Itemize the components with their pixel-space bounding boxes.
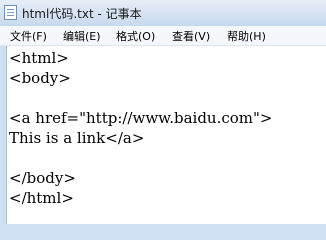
editor-line: <html> bbox=[9, 49, 69, 67]
menu-help[interactable]: 帮助(H) bbox=[227, 28, 266, 44]
editor-line: </body> bbox=[9, 169, 76, 187]
menu-bar: 文件(F) 编辑(E) 格式(O) 查看(V) 帮助(H) bbox=[0, 26, 326, 46]
editor-line: This is a link</a> bbox=[9, 129, 145, 147]
editor-line: </html> bbox=[9, 189, 74, 207]
editor-line: <body> bbox=[9, 69, 71, 87]
menu-format[interactable]: 格式(O) bbox=[116, 28, 155, 44]
editor-line: <a href="http://www.baidu.com"> bbox=[9, 109, 273, 127]
title-bar[interactable]: html代码.txt - 记事本 bbox=[0, 0, 326, 26]
window-title: html代码.txt - 记事本 bbox=[22, 7, 142, 21]
menu-file[interactable]: 文件(F) bbox=[10, 28, 47, 44]
notepad-icon bbox=[4, 5, 17, 20]
notepad-window: html代码.txt - 记事本 文件(F) 编辑(E) 格式(O) 查看(V)… bbox=[0, 0, 326, 224]
menu-view[interactable]: 查看(V) bbox=[172, 28, 210, 44]
menu-edit[interactable]: 编辑(E) bbox=[63, 28, 101, 44]
text-editor[interactable]: <html> <body> <a href="http://www.baidu.… bbox=[6, 46, 326, 224]
